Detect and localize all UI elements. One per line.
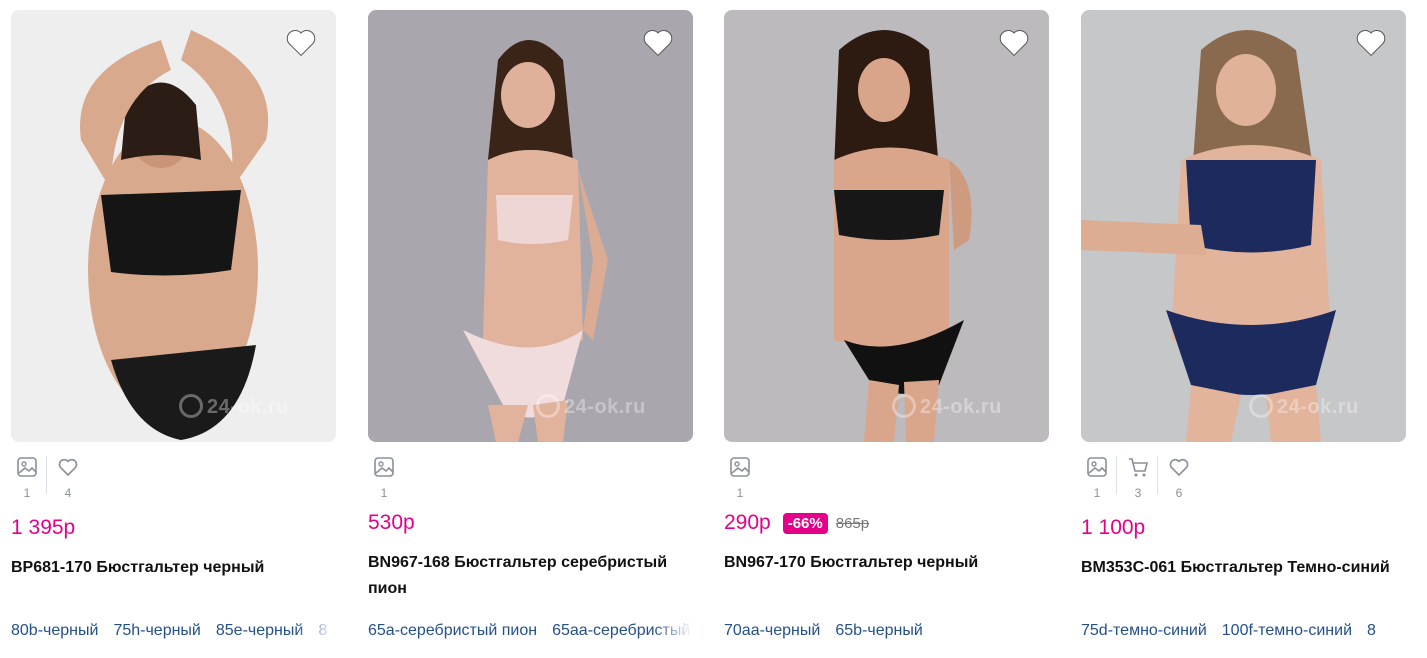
product-title[interactable]: BP681-170 Бюстгальтер черный [11,555,341,581]
size-option[interactable]: 70aa-черный [724,622,820,640]
heart-outline-icon [57,456,79,478]
heart-icon [1356,30,1386,57]
watermark-logo-icon [536,394,560,418]
stat-photos[interactable]: 1 [368,456,400,500]
discount-badge: -66% [782,512,828,534]
product-stats: 1 4 [11,456,93,500]
sizes-fade [653,622,693,640]
price-row: 530р [368,511,415,535]
watermark-logo-icon [892,394,916,418]
watermark-logo-icon [1249,394,1273,418]
model-photo-image [463,40,608,442]
product-stats: 1 3 6 [1081,456,1204,500]
sizes-fade [1381,622,1421,640]
model-photo-image [1081,30,1336,442]
product-card[interactable]: 24-ok.ru 1 4 1 395р BP681-170 Бюстгальте… [11,10,336,658]
heart-outline-icon [1168,456,1190,478]
size-option[interactable]: 80b-черный [11,622,98,640]
size-option[interactable]: 85e-черный [216,622,303,640]
add-to-favorites-button[interactable] [641,26,675,60]
stat-cart[interactable]: 3 [1116,456,1154,500]
watermark: 24-ok.ru [536,394,646,419]
product-title[interactable]: BN967-170 Бюстгальтер черный [724,550,1054,576]
price-row: 1 100р [1081,516,1145,540]
stat-favorites[interactable]: 6 [1157,456,1195,500]
stat-count: 1 [23,486,31,500]
stat-photos[interactable]: 1 [1081,456,1113,500]
heart-icon [999,30,1029,57]
watermark: 24-ok.ru [179,394,289,419]
size-options: 80b-черный 75h-черный 85e-черный 8 [11,622,336,640]
heart-icon [643,30,673,57]
product-price: 1 100р [1081,516,1146,539]
stat-count: 1 [1093,486,1101,500]
product-title[interactable]: BN967-168 Бюстгальтер серебристый пион [368,550,698,602]
price-row: 290р -66% 865р [724,511,869,535]
watermark-logo-icon [179,394,203,418]
size-option[interactable]: 100f-темно-синий [1222,622,1352,640]
add-to-favorites-button[interactable] [284,26,318,60]
size-option[interactable]: 75h-черный [113,622,200,640]
size-options: 75d-темно-синий 100f-темно-синий 8 [1081,622,1421,640]
stat-count: 3 [1134,486,1142,500]
image-icon [1086,456,1108,478]
add-to-favorites-button[interactable] [1354,26,1388,60]
size-option[interactable]: 65a-серебристый пион [368,622,537,640]
price-row: 1 395р [11,516,75,540]
size-options: 70aa-черный 65b-черный [724,622,1049,640]
stat-count: 1 [380,486,388,500]
product-photo[interactable]: 24-ok.ru [724,10,1049,442]
product-stats: 1 [368,456,409,500]
stat-count: 4 [64,486,72,500]
size-options: 65a-серебристый пион 65aa-серебристый пи… [368,622,693,640]
size-option[interactable]: 75d-темно-синий [1081,622,1207,640]
image-icon [729,456,751,478]
model-photo-image [834,30,972,442]
sizes-fade [296,622,336,640]
image-icon [16,456,38,478]
stat-count: 1 [736,486,744,500]
product-photo[interactable]: 24-ok.ru [368,10,693,442]
product-card[interactable]: 24-ok.ru 1 290р -66% 865р BN967-170 Бюст… [724,10,1049,658]
cart-icon [1127,456,1149,478]
old-price: 865р [835,514,870,532]
product-price: 530р [368,511,415,534]
image-icon [373,456,395,478]
product-stats: 1 [724,456,765,500]
size-option[interactable]: 65b-черный [835,622,922,640]
product-title[interactable]: BM353C-061 Бюстгальтер Темно-синий [1081,555,1411,581]
size-option[interactable]: 8 [1367,622,1376,640]
add-to-favorites-button[interactable] [997,26,1031,60]
stat-favorites[interactable]: 4 [46,456,84,500]
product-card[interactable]: 24-ok.ru 1 3 6 1 100р BM353C-061 Бюстгал… [1081,10,1421,658]
product-price: 1 395р [11,516,76,539]
product-photo[interactable]: 24-ok.ru [11,10,336,442]
model-photo-image [80,30,269,440]
product-price: 290р [724,511,771,534]
stat-count: 6 [1175,486,1183,500]
heart-icon [286,30,316,57]
stat-photos[interactable]: 1 [11,456,43,500]
stat-photos[interactable]: 1 [724,456,756,500]
watermark: 24-ok.ru [892,394,1002,419]
product-photo[interactable]: 24-ok.ru [1081,10,1406,442]
watermark: 24-ok.ru [1249,394,1359,419]
product-card[interactable]: 24-ok.ru 1 530р BN967-168 Бюстгальтер се… [368,10,693,658]
